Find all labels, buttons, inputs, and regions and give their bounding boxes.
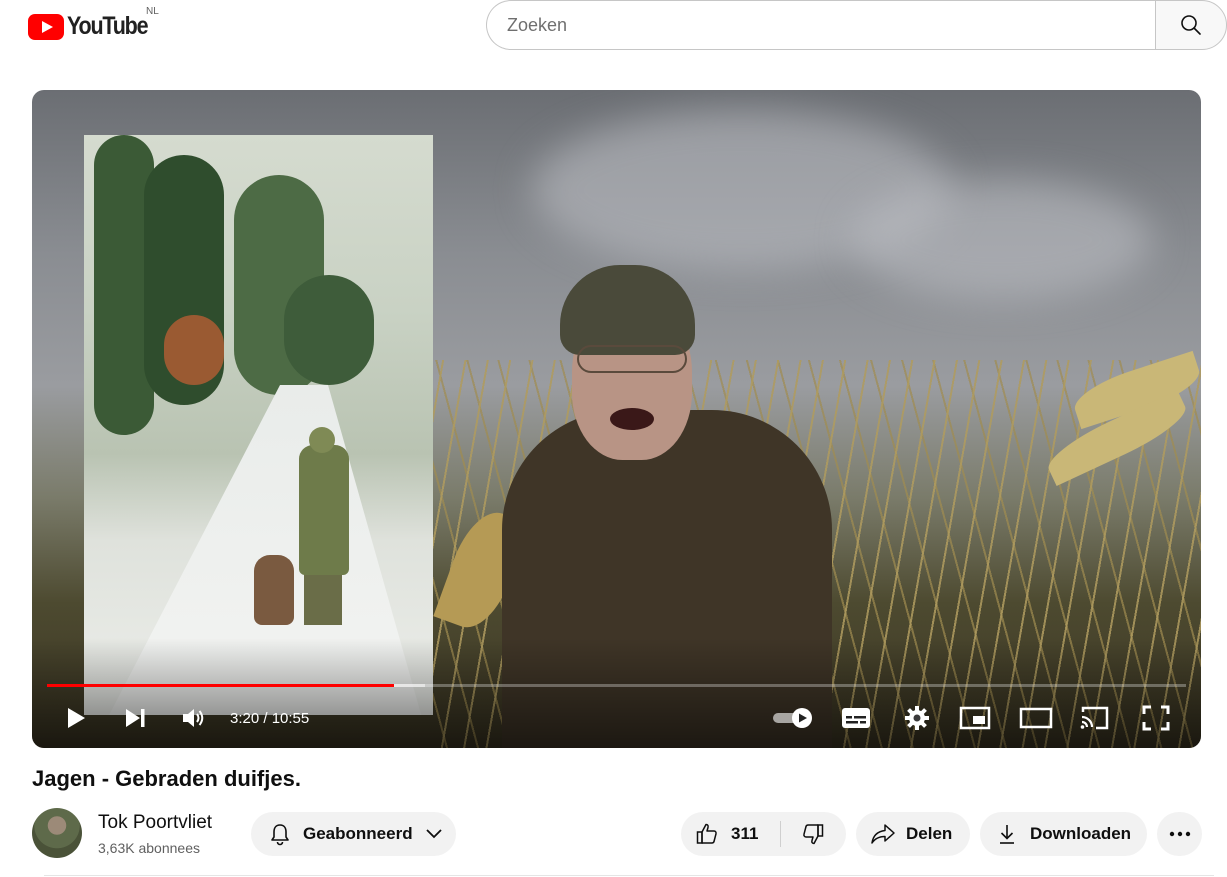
share-icon <box>871 824 895 844</box>
search-input[interactable] <box>486 0 1155 50</box>
video-frame-cloud <box>852 180 1152 300</box>
video-frame-painting <box>84 135 433 715</box>
subscriber-count: 3,63K abonnees <box>98 840 200 856</box>
progress-bar[interactable] <box>47 684 1186 687</box>
chevron-down-icon <box>425 829 442 839</box>
fullscreen-icon <box>1142 705 1170 731</box>
play-button[interactable] <box>62 704 90 732</box>
subscribed-button[interactable]: Geabonneerd <box>251 812 456 856</box>
search-button[interactable] <box>1155 0 1227 50</box>
player-controls: 3:20 / 10:55 <box>32 696 1201 740</box>
bell-icon <box>271 824 289 846</box>
like-button[interactable]: 311 <box>681 812 780 856</box>
more-icon <box>1169 831 1190 837</box>
video-title: Jagen - Gebraden duifjes. <box>32 766 301 791</box>
download-label: Downloaden <box>1030 824 1132 843</box>
settings-button[interactable] <box>902 704 932 732</box>
channel-name[interactable]: Tok Poortvliet <box>98 812 212 834</box>
share-label: Delen <box>906 824 953 843</box>
theater-mode-button[interactable] <box>1018 704 1054 732</box>
subscribed-label: Geabonneerd <box>303 824 413 843</box>
autoplay-toggle-icon <box>773 708 812 728</box>
captions-icon <box>842 708 870 728</box>
youtube-logo[interactable]: YouTube <box>28 12 160 41</box>
search-icon <box>1181 15 1201 35</box>
like-count: 311 <box>731 824 759 843</box>
download-button[interactable]: Downloaden <box>980 812 1147 856</box>
volume-icon <box>183 709 204 727</box>
theater-mode-icon <box>1019 707 1053 729</box>
download-icon <box>1000 825 1014 844</box>
cast-button[interactable] <box>1078 704 1112 732</box>
search-box <box>486 0 1227 50</box>
captions-button[interactable] <box>840 704 872 732</box>
miniplayer-button[interactable] <box>958 704 992 732</box>
masthead: YouTube NL <box>0 0 1227 56</box>
time-display: 3:20 / 10:55 <box>230 710 310 727</box>
cast-icon <box>1080 706 1109 730</box>
dislike-button[interactable] <box>781 812 845 856</box>
more-actions-button[interactable] <box>1157 812 1202 856</box>
thumbs-up-icon <box>696 823 717 844</box>
video-owner-row: Tok Poortvliet 3,63K abonnees Geabonneer… <box>32 808 1202 860</box>
like-dislike-bar: 311 <box>681 812 846 856</box>
gear-icon <box>905 706 929 730</box>
avatar[interactable] <box>32 808 82 858</box>
share-button[interactable]: Delen <box>856 812 970 856</box>
thumbs-down-icon <box>803 824 824 845</box>
section-divider <box>44 875 1214 876</box>
progress-played <box>47 684 395 687</box>
next-button[interactable] <box>122 704 150 732</box>
country-code: NL <box>146 6 159 17</box>
fullscreen-button[interactable] <box>1140 704 1172 732</box>
logo-text: YouTube <box>67 12 149 40</box>
miniplayer-icon <box>959 706 991 730</box>
volume-button[interactable] <box>180 704 208 732</box>
next-icon <box>126 709 145 727</box>
video-player[interactable]: 3:20 / 10:55 <box>32 90 1201 748</box>
autoplay-toggle[interactable] <box>770 704 816 732</box>
youtube-logo-icon <box>28 13 64 40</box>
play-icon <box>68 708 85 728</box>
